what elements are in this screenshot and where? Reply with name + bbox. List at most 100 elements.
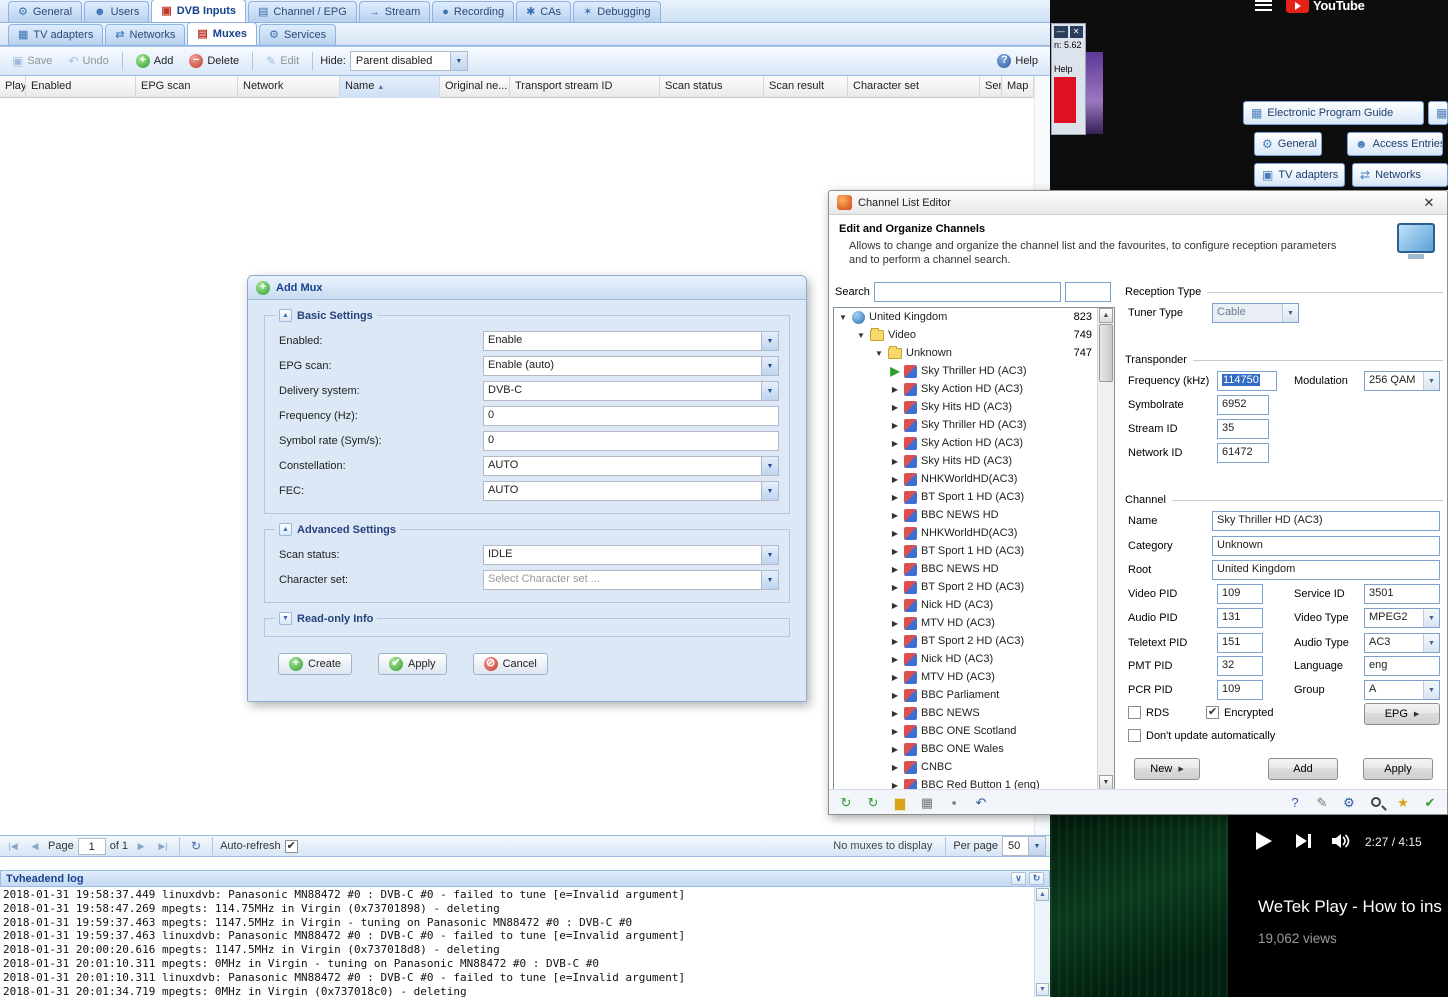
channel-tree-item[interactable]: ▶ MTV HD (AC3) bbox=[834, 614, 1114, 632]
search-input[interactable] bbox=[874, 282, 1061, 302]
refresh-button[interactable]: ↻ bbox=[187, 837, 205, 855]
menu-icon[interactable] bbox=[1255, 0, 1272, 11]
expander-icon[interactable]: ▶ bbox=[890, 364, 900, 378]
add-mux-dialog-titlebar[interactable]: + Add Mux bbox=[248, 276, 806, 300]
column-header[interactable]: Network bbox=[238, 76, 340, 98]
settings-icon[interactable]: ⚙ bbox=[1340, 793, 1358, 811]
main-tab[interactable]: ⚙ General bbox=[8, 1, 82, 22]
page-number-input[interactable]: 1 bbox=[78, 838, 106, 855]
column-header[interactable]: Original ne... bbox=[440, 76, 510, 98]
expander-icon[interactable]: ▶ bbox=[890, 493, 900, 502]
expander-icon[interactable]: ▶ bbox=[890, 691, 900, 700]
sub-tab[interactable]: ▦ TV adapters bbox=[8, 24, 103, 45]
category-input[interactable]: Unknown bbox=[1212, 536, 1440, 556]
tree-item-country[interactable]: ▼ United Kingdom 823 bbox=[834, 308, 1114, 326]
refresh-icon[interactable]: ↻ bbox=[837, 793, 855, 811]
first-page-button[interactable]: |◀ bbox=[4, 837, 22, 855]
scroll-up-icon[interactable]: ▲ bbox=[1099, 308, 1113, 323]
extra-tool-button[interactable]: ▦ bbox=[1428, 101, 1448, 125]
column-header[interactable]: Play bbox=[0, 76, 26, 98]
channel-tree-item[interactable]: ▶ BBC Parliament bbox=[834, 686, 1114, 704]
language-input[interactable]: eng bbox=[1364, 656, 1440, 676]
expander-icon[interactable]: ▶ bbox=[890, 385, 900, 394]
rds-checkbox[interactable]: RDS bbox=[1128, 706, 1169, 719]
add-button[interactable]: + Add bbox=[130, 50, 180, 72]
main-tab[interactable]: ▤ Channel / EPG bbox=[248, 1, 357, 22]
expander-icon[interactable]: ▶ bbox=[890, 673, 900, 682]
next-page-button[interactable]: ▶ bbox=[132, 837, 150, 855]
chevron-down-icon[interactable]: ▼ bbox=[761, 357, 778, 375]
log-scrollbar[interactable]: ▲ ▼ bbox=[1034, 887, 1050, 997]
main-tab[interactable]: ✶ Debugging bbox=[573, 1, 660, 22]
field-control[interactable]: AUTO ▼ bbox=[483, 481, 779, 501]
search-icon[interactable] bbox=[1367, 793, 1385, 811]
audio-pid-input[interactable]: 131 bbox=[1217, 608, 1263, 628]
channel-tree-item[interactable]: ▶ BBC NEWS HD bbox=[834, 506, 1114, 524]
reload-icon[interactable]: ↻ bbox=[864, 793, 882, 811]
expander-icon[interactable]: ▶ bbox=[890, 511, 900, 520]
expander-icon[interactable]: ▶ bbox=[890, 547, 900, 556]
column-header[interactable]: Serv bbox=[980, 76, 1002, 98]
sub-tab[interactable]: ⚙ Services bbox=[259, 24, 336, 45]
sub-tab[interactable]: ⇄ Networks bbox=[105, 24, 185, 45]
channel-tree-item[interactable]: ▶ Sky Thriller HD (AC3) bbox=[834, 362, 1114, 380]
column-header[interactable]: Map bbox=[1002, 76, 1034, 98]
expander-icon[interactable]: ▶ bbox=[890, 709, 900, 718]
help-link[interactable]: Help bbox=[1054, 64, 1083, 74]
volume-icon[interactable] bbox=[1332, 834, 1352, 848]
save-button[interactable]: ▣ Save bbox=[6, 51, 58, 71]
expander-icon[interactable]: ▶ bbox=[890, 619, 900, 628]
frequency-input[interactable]: 114750 bbox=[1217, 371, 1277, 391]
channel-tree-item[interactable]: ▶ BBC ONE Scotland bbox=[834, 722, 1114, 740]
channel-tree-item[interactable]: ▶ MTV HD (AC3) bbox=[834, 668, 1114, 686]
column-header[interactable]: EPG scan bbox=[136, 76, 238, 98]
window-titlebar[interactable]: Channel List Editor ✕ bbox=[829, 191, 1447, 215]
chevron-down-icon[interactable]: ▼ bbox=[761, 457, 778, 475]
minimize-icon[interactable]: — bbox=[1054, 26, 1068, 38]
encrypted-checkbox[interactable]: Encrypted bbox=[1206, 706, 1274, 719]
group-select[interactable]: A ▼ bbox=[1364, 680, 1440, 700]
channel-tree-item[interactable]: ▶ BT Sport 2 HD (AC3) bbox=[834, 578, 1114, 596]
folder-icon[interactable]: ▆ bbox=[891, 793, 909, 811]
delete-button[interactable]: − Delete bbox=[183, 50, 245, 72]
create-button[interactable]: + Create bbox=[278, 653, 352, 675]
next-icon[interactable] bbox=[1296, 834, 1312, 848]
favorites-icon[interactable]: ★ bbox=[1394, 793, 1412, 811]
column-header[interactable]: Name▲ bbox=[340, 76, 440, 98]
main-tab[interactable]: ▣ DVB Inputs bbox=[151, 0, 246, 22]
modulation-select[interactable]: 256 QAM ▼ bbox=[1364, 371, 1440, 391]
dont-update-checkbox[interactable]: Don't update automatically bbox=[1128, 729, 1275, 742]
expander-icon[interactable]: ▶ bbox=[890, 475, 900, 484]
cancel-button[interactable]: ⊘ Cancel bbox=[473, 653, 548, 675]
collapse-toggle-icon[interactable]: ▲ bbox=[279, 309, 292, 322]
field-control[interactable]: DVB-C ▼ bbox=[483, 381, 779, 401]
channel-tree-item[interactable]: ▶ NHKWorldHD(AC3) bbox=[834, 524, 1114, 542]
chevron-down-icon[interactable]: ▼ bbox=[761, 332, 778, 350]
apply-button[interactable]: ✔ Apply bbox=[378, 653, 447, 675]
expander-icon[interactable]: ▶ bbox=[890, 439, 900, 448]
help-icon[interactable]: ? bbox=[1286, 793, 1304, 811]
column-header[interactable]: Transport stream ID bbox=[510, 76, 660, 98]
field-control[interactable]: 0 ▼ bbox=[483, 431, 779, 451]
chevron-down-icon[interactable]: ▼ bbox=[761, 546, 778, 564]
field-control[interactable]: 0 ▼ bbox=[483, 406, 779, 426]
epg-menu-button[interactable]: EPG▶ bbox=[1364, 703, 1440, 725]
video-pid-input[interactable]: 109 bbox=[1217, 584, 1263, 604]
video-type-select[interactable]: MPEG2 ▼ bbox=[1364, 608, 1440, 628]
channel-tree-item[interactable]: ▶ Sky Action HD (AC3) bbox=[834, 434, 1114, 452]
channel-tree-item[interactable]: ▶ Sky Hits HD (AC3) bbox=[834, 452, 1114, 470]
tree-scrollbar[interactable]: ▲ ▼ bbox=[1097, 308, 1114, 790]
channel-tree-item[interactable]: ▶ NHKWorldHD(AC3) bbox=[834, 470, 1114, 488]
expanded-icon[interactable]: ▼ bbox=[874, 349, 884, 358]
channel-tree-item[interactable]: ▶ BBC NEWS HD bbox=[834, 560, 1114, 578]
channel-tree-item[interactable]: ▶ Sky Thriller HD (AC3) bbox=[834, 416, 1114, 434]
tuner-type-select[interactable]: Cable ▼ bbox=[1212, 303, 1299, 323]
collapse-toggle-icon[interactable]: ▲ bbox=[279, 523, 292, 536]
scroll-up-icon[interactable]: ▲ bbox=[1036, 888, 1049, 901]
expanded-icon[interactable]: ▼ bbox=[838, 313, 848, 322]
networks-button[interactable]: ⇄ Networks bbox=[1352, 163, 1448, 187]
channel-tree-item[interactable]: ▶ BT Sport 1 HD (AC3) bbox=[834, 542, 1114, 560]
epg-button[interactable]: ▦ Electronic Program Guide bbox=[1243, 101, 1424, 125]
field-control[interactable]: Enable ▼ bbox=[483, 331, 779, 351]
main-tab[interactable]: ● Recording bbox=[432, 1, 514, 22]
